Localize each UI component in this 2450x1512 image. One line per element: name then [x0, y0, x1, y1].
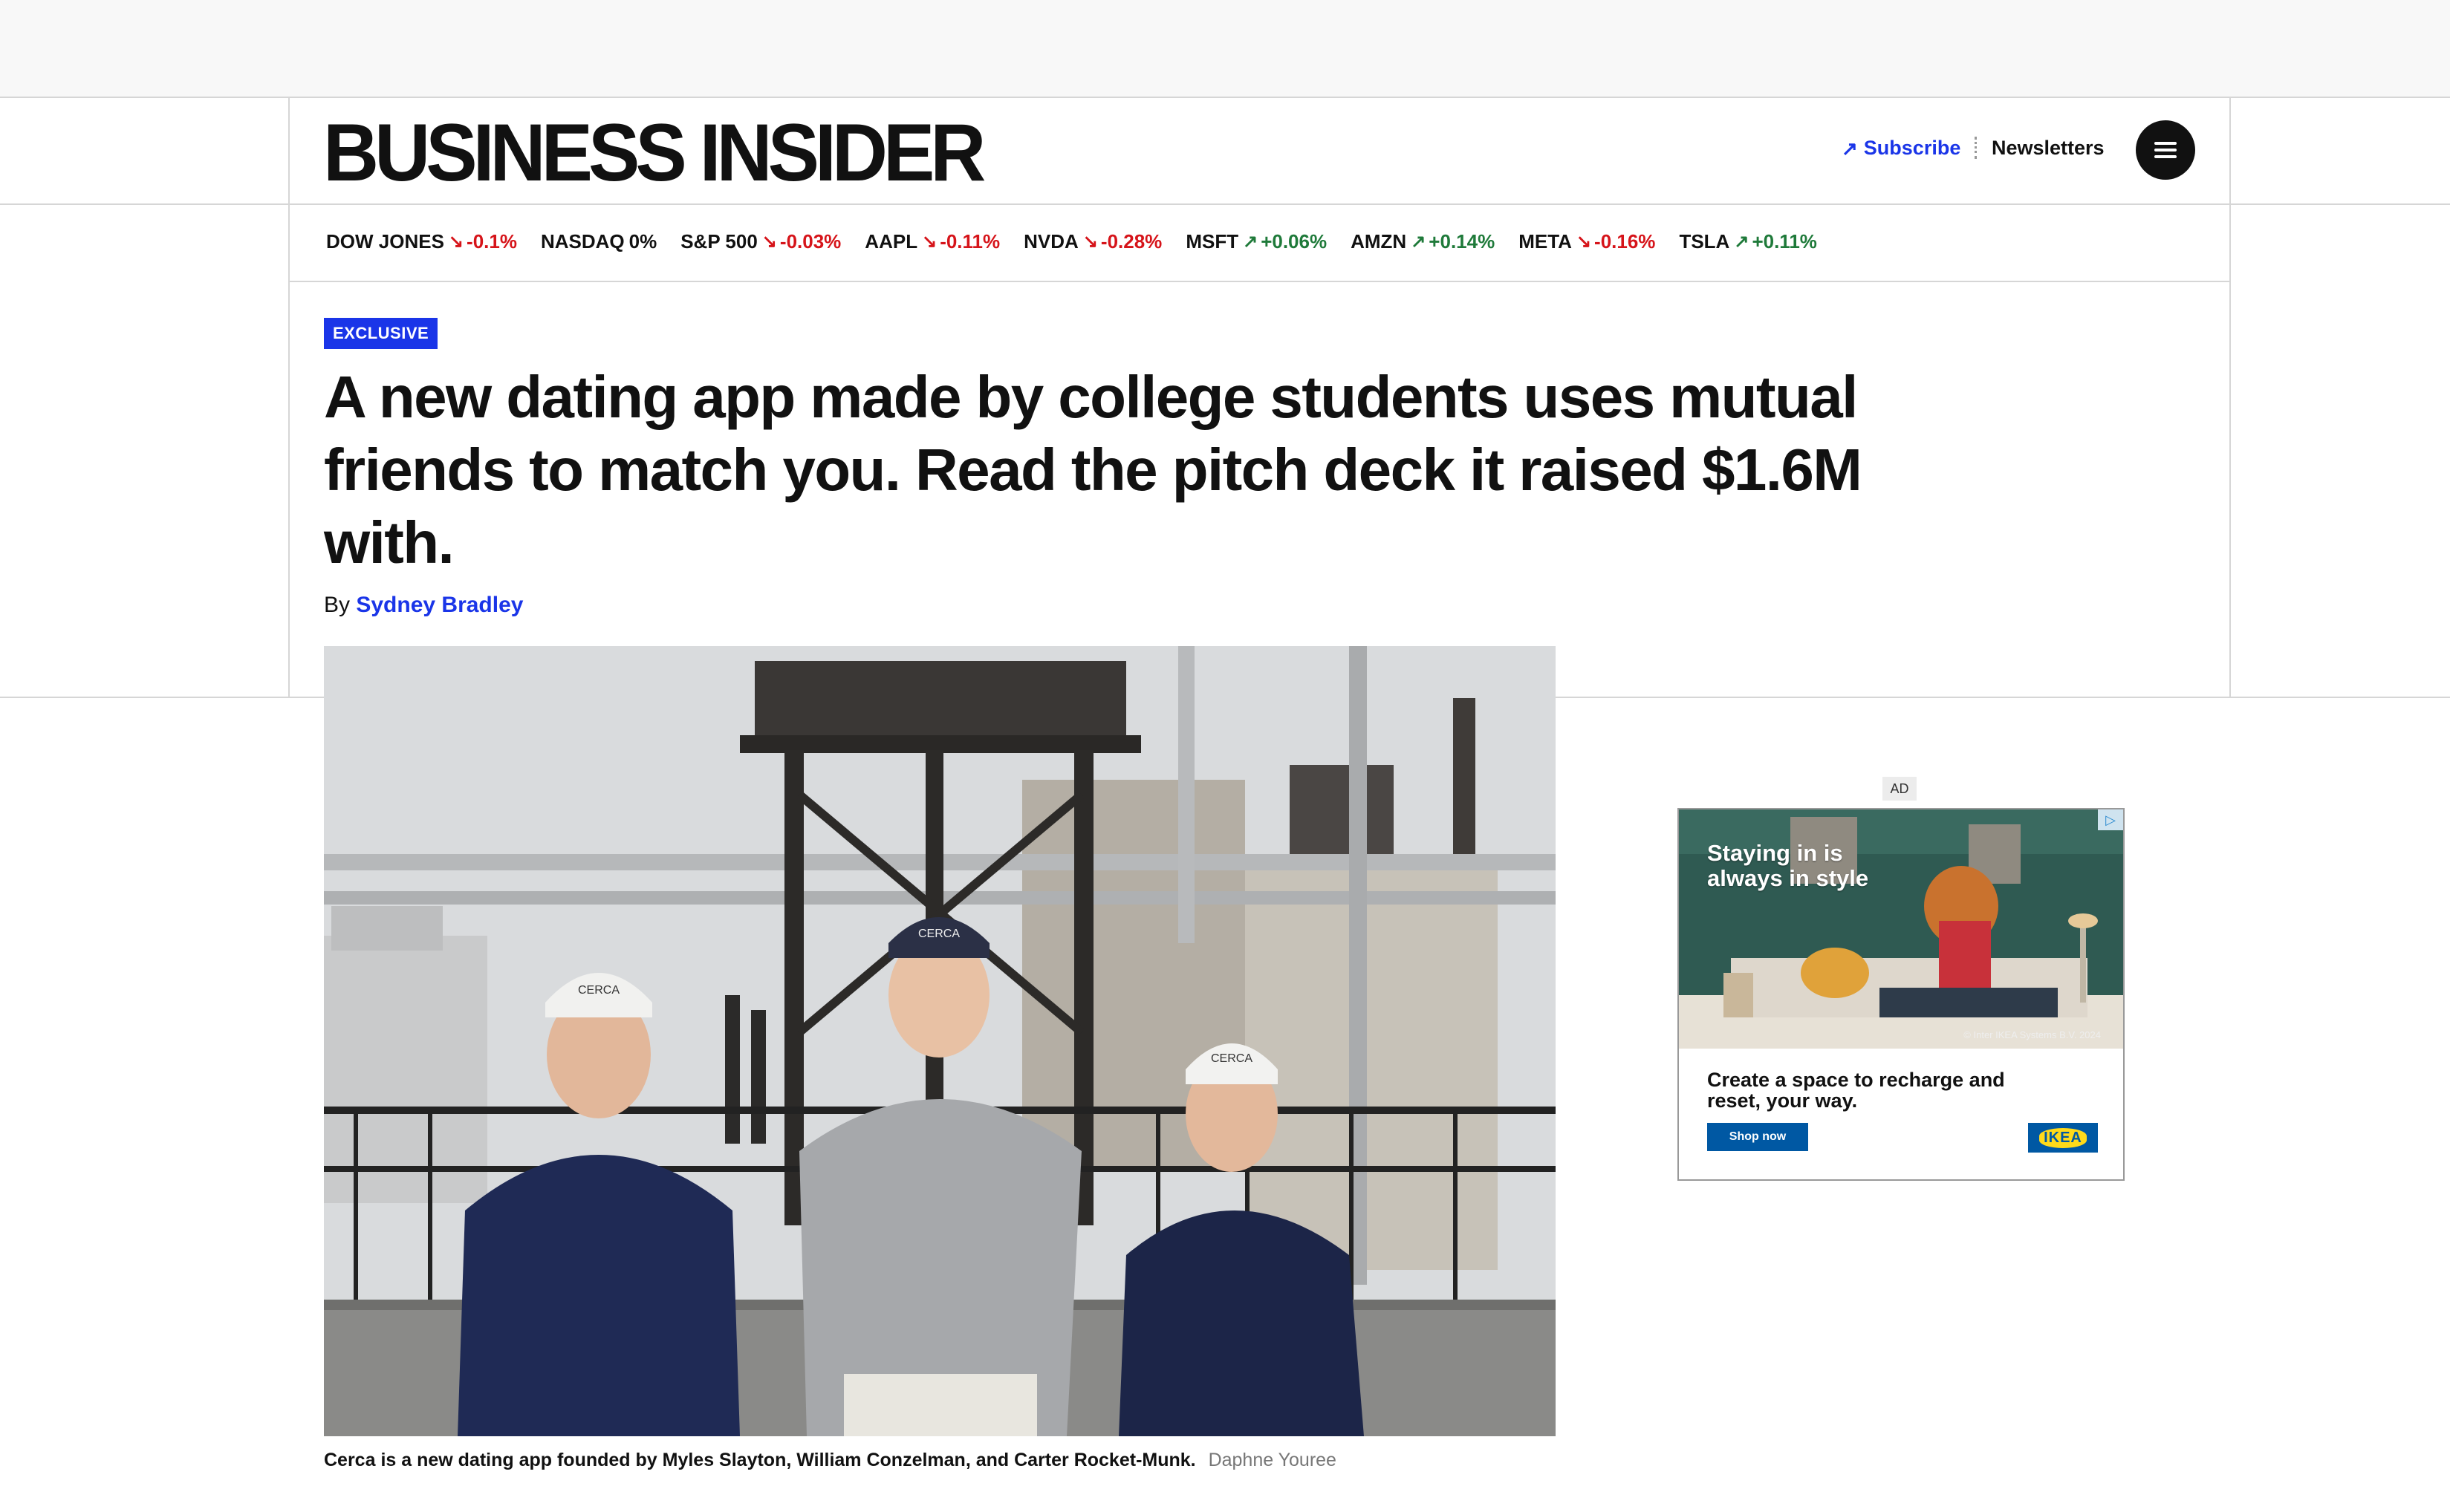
- arrow-up-right-icon: ↗: [1411, 231, 1426, 252]
- ad-image-line-2: always in style: [1707, 865, 1869, 891]
- arrow-up-right-icon: ↗: [1842, 137, 1858, 160]
- ikea-logo-text: IKEA: [2039, 1127, 2087, 1148]
- ad-label: AD: [1882, 777, 1917, 801]
- byline-prefix: By: [324, 593, 351, 617]
- frame-right-rule: [2229, 97, 2231, 698]
- ticker-item[interactable]: DOW JONES ↘ -0.1%: [326, 230, 517, 253]
- ticker-symbol: S&P 500: [680, 230, 758, 252]
- ticker-change: -0.11%: [940, 230, 1001, 252]
- article-headline: A new dating app made by college student…: [324, 364, 1862, 576]
- arrow-down-right-icon: ↘: [761, 231, 777, 252]
- menu-button[interactable]: [2136, 120, 2195, 180]
- newsletters-link[interactable]: Newsletters: [1992, 137, 2105, 160]
- ticker-item[interactable]: AMZN ↗ +0.14%: [1351, 230, 1495, 253]
- ticker-item[interactable]: S&P 500 ↘ -0.03%: [680, 230, 841, 253]
- ticker-change: -0.1%: [467, 230, 517, 252]
- ticker-symbol: NASDAQ: [540, 230, 625, 252]
- sidebar-ad[interactable]: Staying in is always in style © Inter IK…: [1677, 808, 2125, 1181]
- ticker-item[interactable]: MSFT ↗ +0.06%: [1186, 230, 1327, 253]
- site-header: BUSINESS INSIDER ↗ Subscribe Newsletters: [289, 98, 2229, 205]
- exclusive-badge: EXCLUSIVE: [324, 318, 438, 349]
- ticker-symbol: AAPL: [865, 230, 918, 252]
- ticker-symbol: NVDA: [1024, 230, 1079, 252]
- ad-choices-icon[interactable]: ▷: [2098, 809, 2123, 830]
- ticker-change: -0.03%: [779, 230, 842, 252]
- cap-text-right: CERCA: [1211, 1052, 1252, 1065]
- arrow-up-right-icon: ↗: [1243, 231, 1258, 252]
- ticker-symbol: DOW JONES: [326, 230, 444, 252]
- ticker-change: +0.14%: [1429, 230, 1495, 252]
- ikea-logo: IKEA: [2028, 1123, 2098, 1153]
- ticker-symbol: TSLA: [1679, 230, 1730, 252]
- image-caption: Cerca is a new dating app founded by Myl…: [324, 1450, 1336, 1471]
- photo-credit: Daphne Youree: [1208, 1450, 1336, 1470]
- author-link[interactable]: Sydney Bradley: [356, 593, 523, 617]
- arrow-up-right-icon: ↗: [1734, 231, 1749, 252]
- ticker-item[interactable]: NVDA ↘ -0.28%: [1024, 230, 1162, 253]
- ad-image-headline: Staying in is always in style: [1707, 841, 1868, 891]
- cap-text-left: CERCA: [578, 984, 620, 997]
- ticker-item[interactable]: AAPL ↘ -0.11%: [865, 230, 1000, 253]
- ticker-change: -0.16%: [1594, 230, 1656, 252]
- subscribe-label: Subscribe: [1863, 137, 1961, 159]
- ticker-symbol: META: [1518, 230, 1572, 252]
- ad-copyright: © Inter IKEA Systems B.V. 2024: [1963, 1029, 2101, 1040]
- ad-shop-now-button[interactable]: Shop now: [1707, 1123, 1808, 1151]
- cap-text-middle: CERCA: [918, 928, 960, 940]
- top-ad-band: [0, 0, 2450, 98]
- caption-text: Cerca is a new dating app founded by Myl…: [324, 1450, 1196, 1470]
- ticker-item[interactable]: NASDAQ 0%: [541, 230, 657, 253]
- hero-image: CERCA CERCA CERCA: [324, 646, 1556, 1436]
- ticker-change: +0.06%: [1261, 230, 1328, 252]
- arrow-down-right-icon: ↘: [1576, 231, 1592, 252]
- ticker-item[interactable]: TSLA ↗ +0.11%: [1679, 230, 1816, 253]
- ticker-symbol: MSFT: [1186, 230, 1239, 252]
- ticker-change: -0.28%: [1100, 230, 1163, 252]
- header-divider: [1975, 137, 1979, 159]
- ticker-item[interactable]: META ↘ -0.16%: [1518, 230, 1655, 253]
- ticker-change: 0%: [628, 230, 657, 252]
- arrow-down-right-icon: ↘: [922, 231, 938, 252]
- market-ticker: DOW JONES ↘ -0.1% NASDAQ 0% S&P 500 ↘ -0.03% AAP…: [326, 230, 1841, 253]
- ticker-change: +0.11%: [1752, 230, 1817, 252]
- arrow-down-right-icon: ↘: [448, 231, 464, 252]
- site-logo[interactable]: BUSINESS INSIDER: [323, 113, 986, 194]
- arrow-down-right-icon: ↘: [1082, 231, 1098, 252]
- byline: By Sydney Bradley: [324, 593, 523, 618]
- ad-image-line-1: Staying in is: [1707, 840, 1843, 866]
- ticker-symbol: AMZN: [1351, 230, 1407, 252]
- ad-tagline: Create a space to recharge and reset, yo…: [1707, 1069, 2005, 1112]
- ticker-bottom-rule: [289, 281, 2231, 282]
- subscribe-link[interactable]: ↗ Subscribe: [1842, 137, 1960, 160]
